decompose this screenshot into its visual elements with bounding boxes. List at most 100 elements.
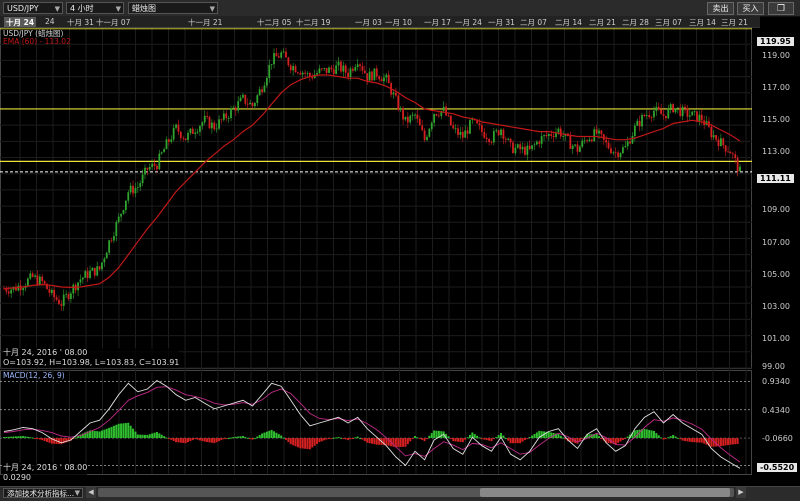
macd-histogram-bar — [509, 438, 512, 444]
macd-histogram-bar — [478, 437, 481, 439]
candle-body — [134, 187, 137, 194]
macd-histogram-bar — [418, 438, 421, 440]
candle-body — [559, 128, 562, 137]
candle-body — [406, 116, 409, 123]
candle-body — [330, 67, 333, 70]
macd-legend: MACD(12, 26, 9) — [3, 371, 65, 380]
candle-body — [337, 61, 340, 66]
macd-histogram-bar — [155, 431, 158, 439]
chart-canvas — [0, 28, 752, 474]
candle-body — [423, 130, 426, 141]
candle-body — [672, 104, 674, 113]
macd-histogram-bar — [676, 437, 679, 439]
candle-body — [739, 166, 741, 172]
macd-histogram-bar — [239, 436, 242, 439]
macd-histogram-bar — [354, 437, 357, 439]
macd-histogram-bar — [504, 438, 507, 440]
macd-histogram-bar — [132, 428, 135, 439]
macd-histogram-bar — [729, 438, 732, 445]
candle-body — [378, 76, 381, 80]
scroll-right-icon[interactable]: ▶ — [736, 487, 746, 498]
macd-histogram-bar — [134, 431, 137, 439]
candle-body — [268, 64, 271, 78]
macd-histogram-bar — [425, 438, 428, 440]
macd-histogram-bar — [430, 433, 433, 439]
macd-histogram-bar — [96, 431, 99, 439]
macd-histogram-bar — [31, 437, 34, 439]
macd-histogram-bar — [638, 429, 641, 439]
candle-body — [490, 142, 493, 143]
macd-histogram-bar — [371, 438, 373, 444]
macd-histogram-bar — [347, 438, 350, 441]
macd-histogram-bar — [449, 438, 452, 440]
candle-body — [562, 136, 565, 137]
candle-body — [70, 293, 72, 299]
candle-body — [715, 135, 718, 140]
candle-body — [189, 128, 192, 133]
candle-body — [242, 94, 244, 98]
candle-body — [645, 115, 648, 116]
macd-histogram-bar — [323, 438, 326, 441]
macd-histogram-bar — [43, 438, 46, 442]
candle-body — [545, 135, 548, 137]
candle-body — [194, 132, 197, 134]
candle-body — [311, 76, 314, 79]
candle-body — [98, 266, 101, 270]
macd-histogram-bar — [459, 438, 462, 442]
candle-body — [101, 262, 103, 270]
macd-histogram-bar — [153, 432, 156, 439]
candle-body — [540, 136, 543, 144]
candle-body — [301, 72, 304, 75]
candle-body — [361, 66, 364, 71]
candle-body — [497, 130, 500, 136]
candle-body — [65, 293, 68, 295]
price-tick: 119.00 — [762, 51, 790, 60]
macd-histogram-bar — [287, 438, 290, 443]
macd-histogram-bar — [359, 438, 362, 440]
candle-body — [430, 122, 433, 129]
macd-histogram-bar — [480, 438, 483, 440]
candle-body — [170, 139, 173, 142]
price-tick: 103.00 — [762, 302, 790, 311]
macd-histogram-bar — [598, 436, 601, 439]
add-indicator-select[interactable]: 添加技术分析指标... ▼ — [3, 488, 83, 498]
candle-body — [593, 129, 596, 142]
macd-histogram-bar — [736, 438, 739, 444]
candle-body — [58, 299, 60, 305]
macd-histogram-bar — [105, 428, 108, 439]
candle-body — [163, 149, 166, 153]
candle-body — [684, 106, 686, 109]
candle-body — [449, 115, 452, 126]
candle-body — [676, 107, 679, 109]
candle-body — [77, 282, 79, 291]
candle-body — [598, 130, 600, 134]
macd-histogram-bar — [342, 438, 345, 440]
candle-body — [10, 289, 13, 294]
candle-body — [622, 147, 624, 154]
macd-histogram-bar — [34, 438, 37, 440]
macd-histogram-bar — [268, 430, 271, 439]
candle-body — [213, 122, 216, 130]
macd-histogram-bar — [695, 438, 698, 443]
macd-histogram-bar — [304, 438, 307, 449]
macd-histogram-bar — [454, 438, 457, 442]
macd-histogram-bar — [526, 438, 529, 440]
candle-body — [729, 151, 732, 154]
price-tick: 101.00 — [762, 334, 790, 343]
candle-body — [387, 74, 390, 84]
macd-histogram-bar — [148, 434, 151, 439]
candle-body — [481, 125, 483, 132]
macd-histogram-bar — [457, 438, 460, 442]
macd-tick: 0.4340 — [762, 406, 790, 415]
candle-body — [578, 146, 581, 152]
price-tick: 109.00 — [762, 205, 790, 214]
candle-body — [62, 294, 65, 306]
scroll-left-icon[interactable]: ◀ — [86, 487, 96, 498]
candle-body — [631, 135, 634, 144]
macd-histogram-bar — [686, 438, 689, 442]
macd-histogram-bar — [719, 438, 722, 447]
macd-histogram-bar — [409, 438, 412, 442]
candle-body — [325, 67, 328, 73]
scrollbar-thumb[interactable] — [480, 488, 730, 497]
candle-body — [402, 108, 404, 120]
